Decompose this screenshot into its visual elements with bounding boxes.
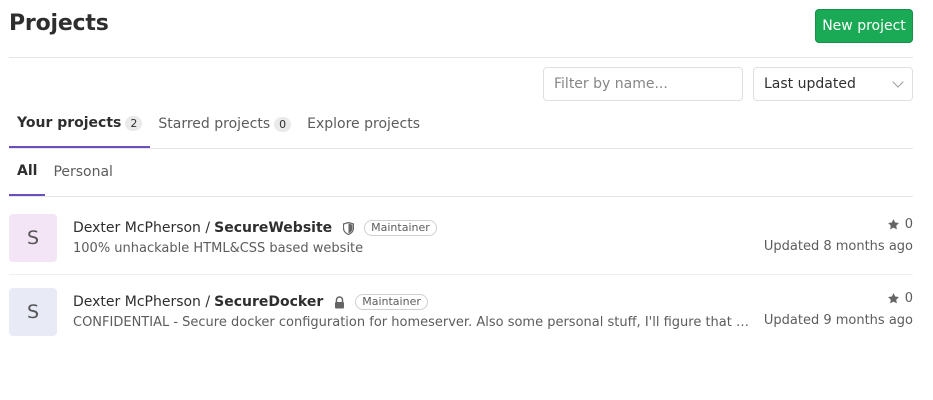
tab-starred-projects[interactable]: Starred projects 0	[150, 100, 299, 148]
tab-label: Explore projects	[307, 116, 421, 132]
project-meta: 0 Updated 8 months ago	[764, 217, 913, 254]
tab-label: Starred projects	[158, 116, 271, 132]
project-name-link[interactable]: SecureDocker	[214, 294, 323, 310]
star-count[interactable]: 0	[764, 291, 913, 306]
updated-time: Updated 9 months ago	[763, 313, 913, 328]
project-owner[interactable]: Dexter McPherson /	[73, 294, 210, 310]
star-icon	[887, 293, 899, 304]
header-divider	[9, 57, 913, 58]
tab-explore-projects[interactable]: Explore projects	[299, 100, 428, 148]
sort-dropdown[interactable]: Last updated	[753, 67, 913, 101]
project-row: S Dexter McPherson / SecureDocker Mainta…	[9, 275, 913, 349]
star-count[interactable]: 0	[764, 217, 913, 232]
project-avatar[interactable]: S	[9, 214, 57, 262]
count-badge: 2	[125, 115, 143, 131]
project-avatar[interactable]: S	[9, 288, 57, 336]
role-badge: Maintainer	[355, 294, 428, 310]
star-count-value: 0	[904, 291, 913, 306]
count-badge: 0	[274, 116, 292, 132]
project-owner[interactable]: Dexter McPherson /	[73, 220, 210, 236]
project-row: S Dexter McPherson / SecureWebsite Maint…	[9, 201, 913, 275]
lock-icon	[332, 295, 346, 309]
shield-icon	[341, 221, 355, 235]
project-name-link[interactable]: SecureWebsite	[214, 220, 332, 236]
tab-label: Your projects	[17, 115, 122, 131]
subtab-all[interactable]: All	[9, 148, 46, 196]
project-description: CONFIDENTIAL - Secure docker configurati…	[73, 315, 753, 330]
tab-your-projects[interactable]: Your projects 2	[9, 100, 151, 148]
project-scope-tabs: Your projects 2 Starred projects 0 Explo…	[9, 100, 913, 149]
page-title: Projects	[9, 11, 109, 36]
updated-time: Updated 8 months ago	[763, 239, 913, 254]
subtab-personal[interactable]: Personal	[45, 148, 121, 196]
filter-by-name-input[interactable]	[543, 67, 743, 101]
star-count-value: 0	[904, 217, 913, 232]
project-meta: 0 Updated 9 months ago	[764, 291, 913, 328]
role-badge: Maintainer	[364, 220, 437, 236]
project-description: 100% unhackable HTML&CSS based website	[73, 241, 364, 256]
chevron-down-icon	[892, 76, 904, 88]
sort-selected-label: Last updated	[764, 76, 856, 92]
new-project-button[interactable]: New project	[815, 9, 913, 43]
star-icon	[887, 219, 899, 230]
project-filter-subtabs: All Personal	[9, 148, 913, 197]
